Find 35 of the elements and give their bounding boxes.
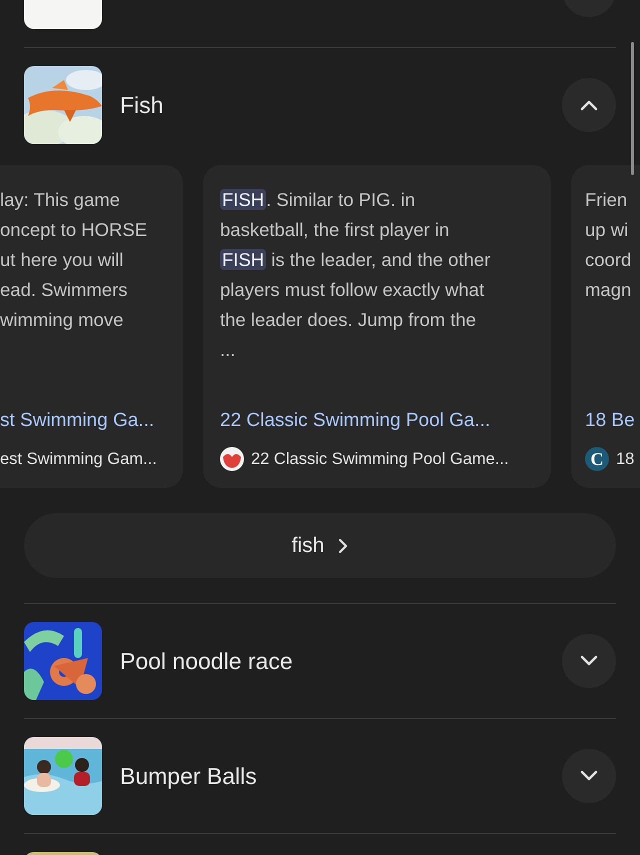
result-link[interactable]: 22 Classic Swimming Pool Ga...	[220, 410, 534, 432]
source-name: 18	[616, 450, 634, 468]
snippet-line: up wi	[585, 218, 630, 242]
chevron-down-icon	[580, 655, 598, 667]
snippet-line: magn	[585, 278, 632, 302]
snippet-line: ut here you will	[0, 248, 124, 272]
chevron-right-icon	[338, 538, 348, 554]
site-logo-icon	[220, 447, 244, 471]
more-results-button[interactable]: fish	[24, 513, 616, 578]
row-title: Fish	[120, 92, 164, 118]
result-link[interactable]: st Swimming Ga...	[0, 410, 165, 432]
result-link[interactable]: 18 Be	[585, 410, 640, 432]
chevron-up-icon	[580, 99, 598, 111]
snippet-line: FISH. Similar to PIG. in	[220, 188, 416, 212]
row-title: Bumper Balls	[120, 762, 258, 790]
scrollbar[interactable]	[631, 42, 634, 175]
snippet-line: the leader does. Jump from the	[220, 308, 478, 332]
snippet-line: ...	[220, 338, 236, 362]
snippet-line: Frien	[585, 188, 628, 212]
snippet-line: basketball, the first player in	[220, 218, 450, 242]
chevron-down-icon	[580, 770, 598, 782]
result-card[interactable]	[203, 165, 551, 488]
source-name: est Swimming Gam...	[0, 450, 157, 468]
result-card[interactable]: Frien up wi coord magn 18 Be C 18	[571, 165, 640, 488]
snippet-line: players must follow exactly what	[220, 278, 486, 302]
snippet-line: wimming move	[0, 308, 124, 332]
result-card[interactable]: lay: This game oncept to HORSE ut here you will ead. Swimmers wimming move st Swimming Ga... est Swimming Gam...	[0, 165, 183, 488]
snippet-line: coord	[585, 248, 632, 272]
snippet-line: ead. Swimmers	[0, 278, 128, 302]
source-name: 22 Classic Swimming Pool Game...	[251, 450, 509, 468]
snippet-line: lay: This game	[0, 188, 121, 212]
row-title: Pool noodle race	[120, 648, 294, 674]
snippet-line: FISH is the leader, and the other	[220, 248, 492, 272]
snippet-line: oncept to HORSE	[0, 218, 148, 242]
site-logo-icon: C	[585, 447, 609, 471]
